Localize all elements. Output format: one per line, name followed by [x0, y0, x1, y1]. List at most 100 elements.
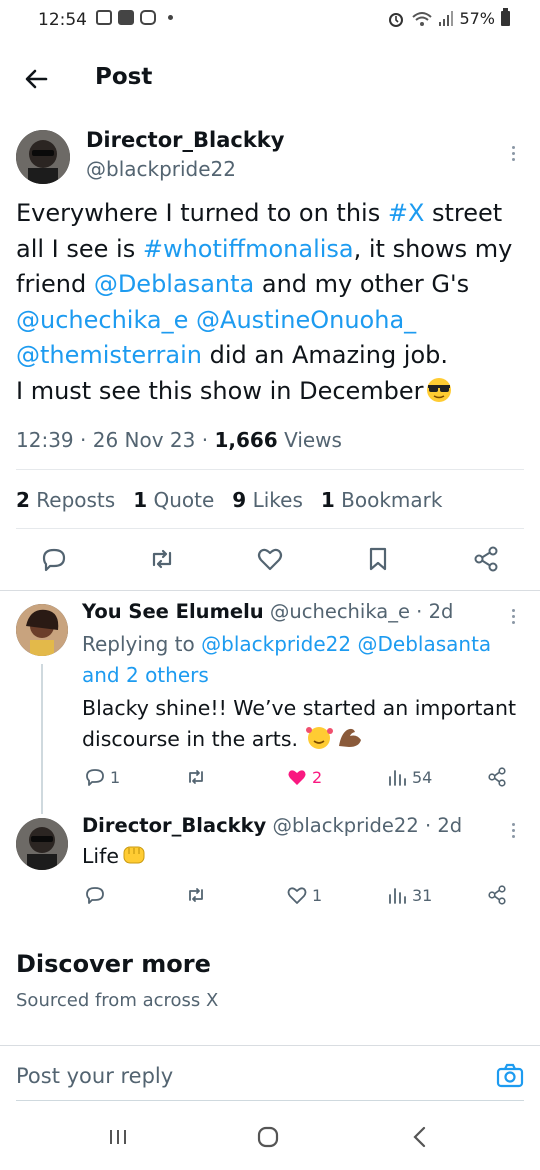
reply-separator: ·: [409, 600, 429, 623]
reply-action-share[interactable]: [486, 766, 508, 788]
like-count: 1: [312, 885, 323, 905]
reposts-label: Reposts: [36, 488, 116, 512]
author-avatar[interactable]: [16, 130, 70, 184]
alarm-icon: [389, 12, 404, 27]
reply-text-content: Life: [82, 844, 119, 868]
reply-icon: [86, 769, 104, 786]
views-count: 1,666: [214, 428, 278, 452]
system-icons: 57%: [387, 8, 510, 28]
more-notifications-icon: [168, 15, 173, 20]
post-time: 12:39: [16, 428, 74, 452]
mention-link[interactable]: @AustineOnuoha_: [196, 306, 416, 334]
gallery-icon: [96, 10, 112, 25]
reposts-count: 2: [16, 488, 30, 512]
more-options-icon[interactable]: [510, 823, 516, 838]
reply-action-like[interactable]: 2: [286, 766, 322, 788]
divider: [16, 469, 524, 470]
reply-icon[interactable]: [40, 545, 68, 573]
views-chart-icon: [389, 770, 406, 786]
reply-action-like[interactable]: 1: [286, 884, 322, 906]
notification-icons: [96, 10, 173, 25]
quotes-label: Quote: [153, 488, 215, 512]
reposts-stat[interactable]: 2 Reposts: [16, 488, 115, 512]
like-icon[interactable]: [256, 545, 284, 573]
mention-link[interactable]: @uchechika_e: [16, 306, 188, 334]
author-handle[interactable]: @blackpride22: [86, 157, 236, 181]
views-chart-icon: [389, 888, 406, 904]
mention-link[interactable]: @themisterrain: [16, 341, 202, 369]
repost-icon[interactable]: [148, 545, 176, 573]
reply-text: Life: [82, 841, 522, 872]
page-title: Post: [95, 64, 153, 90]
reply-input[interactable]: Post your reply: [16, 1064, 173, 1088]
home-icon[interactable]: [253, 1122, 283, 1152]
reply-action-share[interactable]: [486, 884, 508, 906]
reply-author-handle[interactable]: @uchechika_e: [270, 600, 410, 623]
reply-count: 1: [110, 767, 121, 787]
share-icon: [488, 767, 506, 787]
post-text-part: and my other G's: [254, 270, 470, 298]
mention-link[interactable]: @blackpride22: [201, 632, 351, 656]
more-options-icon[interactable]: [510, 609, 516, 624]
mention-link[interactable]: @Deblasanta: [94, 270, 254, 298]
post-meta: 12:39 · 26 Nov 23 · 1,666 Views: [16, 428, 342, 452]
bookmarks-stat[interactable]: 1 Bookmark: [321, 488, 443, 512]
reply-action-views[interactable]: 54: [386, 766, 432, 788]
recent-apps-icon[interactable]: [103, 1122, 133, 1152]
reply-age: 2d: [428, 600, 454, 623]
reply-action-repost[interactable]: [185, 766, 207, 788]
mention-link[interactable]: @Deblasanta: [358, 632, 492, 656]
reply-author-handle[interactable]: @blackpride22: [272, 814, 418, 837]
replying-to: Replying to @blackpride22 @Deblasanta and…: [82, 629, 491, 691]
reply-avatar[interactable]: [16, 818, 68, 870]
reply-action-reply[interactable]: 1: [84, 766, 120, 788]
author-name[interactable]: Director_Blackky: [86, 128, 284, 152]
wifi-icon: [412, 11, 433, 26]
hashtag-link[interactable]: #X: [388, 199, 425, 227]
reply-action-repost[interactable]: [185, 884, 207, 906]
reply-author-name[interactable]: Director_Blackky: [82, 814, 266, 837]
post-text-part: Everywhere I turned to on this: [16, 199, 388, 227]
views-label: Views: [284, 428, 342, 452]
likes-stat[interactable]: 9 Likes: [232, 488, 303, 512]
reply-action-views[interactable]: 31: [386, 884, 432, 906]
hashtag-link[interactable]: #whotiffmonalisa: [143, 235, 354, 263]
divider: [16, 528, 524, 529]
status-time: 12:54: [38, 10, 87, 30]
bookmark-icon[interactable]: [364, 545, 392, 573]
back-arrow-icon[interactable]: [20, 62, 54, 96]
quotes-count: 1: [133, 488, 148, 512]
view-count: 31: [412, 885, 433, 905]
quotes-stat[interactable]: 1 Quote: [133, 488, 214, 512]
repost-icon: [189, 888, 203, 902]
reply-composer[interactable]: Post your reply: [0, 1045, 540, 1103]
sunglasses-emoji-icon: [426, 377, 451, 402]
reply-author-name[interactable]: You See Elumelu: [82, 600, 264, 623]
flexed-biceps-emoji-icon: [338, 728, 361, 747]
status-bar: 12:54 57%: [0, 0, 540, 44]
discover-title: Discover more: [16, 950, 211, 978]
view-count: 54: [412, 767, 433, 787]
signal-icon: [439, 10, 454, 26]
battery-percent: 57%: [459, 9, 495, 28]
header: Post: [0, 52, 540, 108]
likes-label: Likes: [252, 488, 303, 512]
reply-avatar[interactable]: [16, 604, 68, 656]
reply-age: 2d: [437, 814, 463, 837]
more-options-icon[interactable]: [510, 146, 516, 161]
others-link[interactable]: and 2 others: [82, 663, 209, 687]
thread-line: [41, 664, 43, 814]
system-navigation-bar: [0, 1106, 540, 1170]
smiling-hearts-emoji-icon: [305, 727, 333, 749]
post-text: Everywhere I turned to on this #X street…: [16, 196, 526, 409]
divider: [0, 590, 540, 591]
reply-action-reply[interactable]: [84, 884, 106, 906]
back-icon[interactable]: [405, 1122, 435, 1152]
liked-heart-icon: [288, 770, 306, 785]
discover-subtitle: Sourced from across X: [16, 990, 219, 1011]
share-icon[interactable]: [472, 545, 500, 573]
reply-header: Director_Blackky @blackpride22 · 2d: [82, 814, 462, 837]
bookmarks-label: Bookmark: [341, 488, 443, 512]
share-icon: [488, 885, 506, 905]
camera-icon[interactable]: [496, 1062, 524, 1090]
